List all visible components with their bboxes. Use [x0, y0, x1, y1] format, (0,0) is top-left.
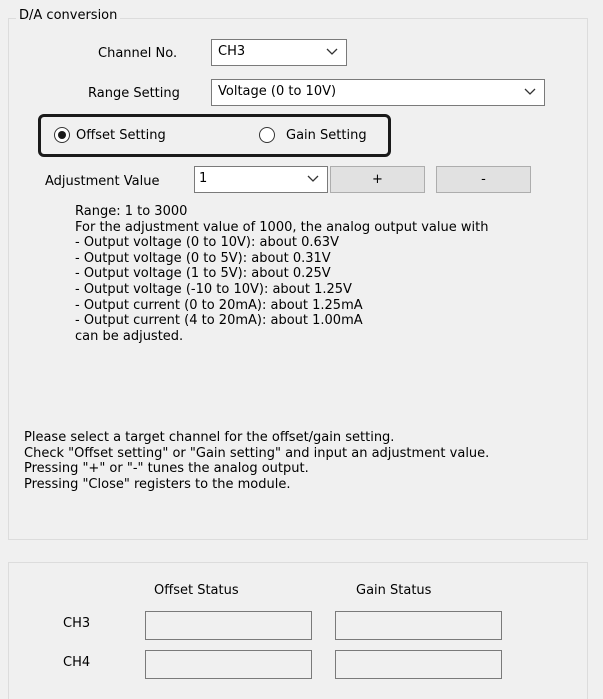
help-line: Pressing "Close" registers to the module… — [24, 476, 291, 492]
channel-label: Channel No. — [98, 46, 178, 61]
chevron-down-icon — [524, 88, 536, 95]
help-line: Pressing "+" or "-" tunes the analog out… — [24, 461, 309, 477]
status-row-channel: CH4 — [63, 655, 91, 670]
info-line: can be adjusted. — [75, 328, 184, 344]
info-line: - Output current (0 to 20mA): about 1.25… — [75, 297, 363, 313]
adjustment-select-value: 1 — [199, 171, 208, 186]
group-title: D/A conversion — [16, 8, 121, 23]
offset-radio-label[interactable]: Offset Setting — [76, 128, 166, 143]
info-line: - Output voltage (0 to 10V): about 0.63V — [75, 235, 339, 251]
offset-status-box-ch4 — [145, 650, 312, 679]
info-line: - Output voltage (-10 to 10V): about 1.2… — [75, 281, 352, 297]
channel-select-value: CH3 — [218, 44, 246, 59]
adjustment-label: Adjustment Value — [45, 174, 160, 189]
status-row-channel: CH3 — [63, 616, 91, 631]
gain-radio[interactable] — [259, 127, 275, 143]
channel-select[interactable]: CH3 — [211, 39, 347, 66]
gain-status-box-ch3 — [335, 611, 502, 640]
offset-status-header: Offset Status — [154, 583, 239, 598]
range-info-text: Range: 1 to 3000 For the adjustment valu… — [75, 204, 488, 344]
help-line: Check "Offset setting" or "Gain setting"… — [24, 445, 490, 461]
info-line: - Output voltage (0 to 5V): about 0.31V — [75, 250, 331, 266]
adjustment-select[interactable]: 1 — [194, 166, 328, 193]
gain-status-header: Gain Status — [356, 583, 432, 598]
info-line: - Output current (4 to 20mA): about 1.00… — [75, 313, 363, 329]
offset-radio[interactable] — [54, 127, 70, 143]
help-text: Please select a target channel for the o… — [24, 430, 489, 492]
range-select-value: Voltage (0 to 10V) — [218, 84, 337, 99]
range-select[interactable]: Voltage (0 to 10V) — [211, 79, 545, 106]
minus-button[interactable]: - — [436, 166, 531, 193]
plus-button[interactable]: + — [330, 166, 425, 193]
gain-radio-label[interactable]: Gain Setting — [286, 128, 367, 143]
offset-status-box-ch3 — [145, 611, 312, 640]
chevron-down-icon — [326, 48, 338, 55]
info-line: Range: 1 to 3000 — [75, 204, 188, 219]
chevron-down-icon — [307, 175, 319, 182]
info-line: - Output voltage (1 to 5V): about 0.25V — [75, 266, 331, 282]
gain-status-box-ch4 — [335, 650, 502, 679]
range-label: Range Setting — [88, 86, 180, 101]
help-line: Please select a target channel for the o… — [24, 430, 395, 445]
info-line: For the adjustment value of 1000, the an… — [75, 219, 489, 235]
